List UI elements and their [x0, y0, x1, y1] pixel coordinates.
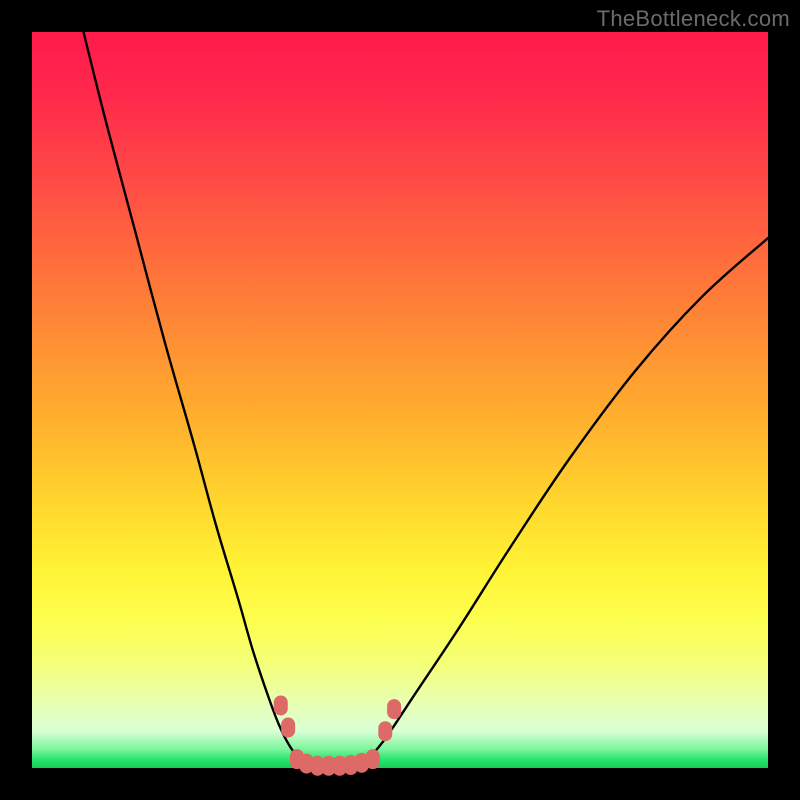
marker-point [274, 695, 288, 715]
watermark-text: TheBottleneck.com [597, 6, 790, 32]
marker-point [378, 721, 392, 741]
marker-layer [274, 695, 401, 775]
marker-point [281, 718, 295, 738]
plot-area [32, 32, 768, 768]
marker-point [366, 749, 380, 769]
curve-layer [32, 32, 768, 768]
chart-frame: TheBottleneck.com [0, 0, 800, 800]
bottleneck-curve [84, 32, 768, 766]
marker-point [387, 699, 401, 719]
